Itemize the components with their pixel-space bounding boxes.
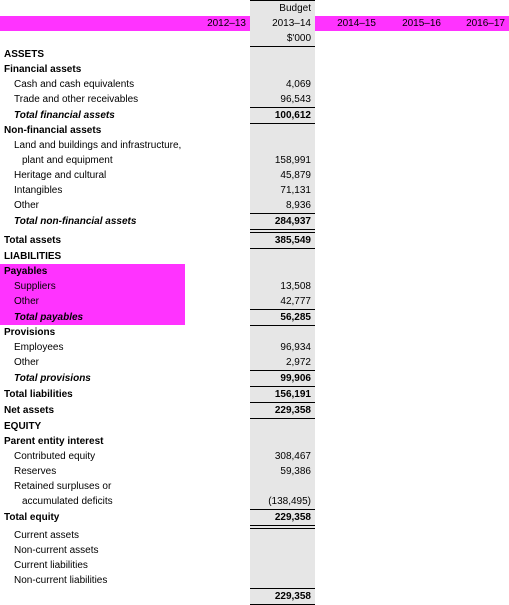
row-lbi-1: Land and buildings and infrastructure, [0, 138, 509, 153]
row-receivables: Trade and other receivables96,543 [0, 92, 509, 108]
row-total-liabilities: Total liabilities156,191 [0, 387, 509, 403]
row-payables: Payables [0, 264, 509, 279]
row-total-payables: Total payables56,285 [0, 309, 509, 325]
row-financial-assets: Financial assets [0, 62, 509, 77]
row-employees: Employees96,934 [0, 340, 509, 355]
row-nf-other: Other8,936 [0, 198, 509, 214]
section-equity: EQUITY [0, 419, 509, 434]
row-noncurrent-liab: Non-current liabilities [0, 573, 509, 588]
balance-sheet-table: Budget 2012–13 2013–14 2014–15 2015–16 2… [0, 0, 509, 605]
budget-label: Budget [250, 1, 315, 17]
row-nonfinancial-assets: Non-financial assets [0, 123, 509, 138]
header-row-unit: $'000 [0, 31, 509, 47]
year-2012-13: 2012–13 [185, 16, 250, 31]
unit-label: $'000 [250, 31, 315, 47]
row-cash: Cash and cash equivalents4,069 [0, 77, 509, 92]
row-retained-1: Retained surpluses or [0, 479, 509, 494]
row-total-assets: Total assets385,549 [0, 233, 509, 249]
row-total-financial: Total financial assets100,612 [0, 107, 509, 123]
row-retained-2: accumulated deficits(138,495) [0, 494, 509, 510]
row-current-assets: Current assets [0, 528, 509, 543]
row-suppliers: Suppliers13,508 [0, 279, 509, 294]
year-2014-15: 2014–15 [315, 16, 380, 31]
row-intangibles: Intangibles71,131 [0, 183, 509, 198]
row-noncurrent-assets: Non-current assets [0, 543, 509, 558]
row-prov-other: Other2,972 [0, 355, 509, 371]
row-net-assets: Net assets229,358 [0, 403, 509, 419]
row-contributed: Contributed equity308,467 [0, 449, 509, 464]
row-current-liab: Current liabilities [0, 558, 509, 573]
row-heritage: Heritage and cultural45,879 [0, 168, 509, 183]
row-pay-other: Other42,777 [0, 294, 509, 310]
section-assets: ASSETS [0, 47, 509, 62]
row-lbi-2: plant and equipment158,991 [0, 153, 509, 168]
row-final: 229,358 [0, 588, 509, 604]
row-parent-interest: Parent entity interest [0, 434, 509, 449]
year-2015-16: 2015–16 [380, 16, 445, 31]
header-row-years: 2012–13 2013–14 2014–15 2015–16 2016–17 [0, 16, 509, 31]
row-reserves: Reserves59,386 [0, 464, 509, 479]
row-total-provisions: Total provisions99,906 [0, 371, 509, 387]
year-2016-17: 2016–17 [445, 16, 509, 31]
header-row-budget: Budget [0, 1, 509, 17]
section-liabilities: LIABILITIES [0, 249, 509, 264]
year-2013-14: 2013–14 [250, 16, 315, 31]
row-total-equity: Total equity229,358 [0, 509, 509, 525]
row-provisions: Provisions [0, 325, 509, 340]
row-total-nonfinancial: Total non-financial assets284,937 [0, 214, 509, 230]
